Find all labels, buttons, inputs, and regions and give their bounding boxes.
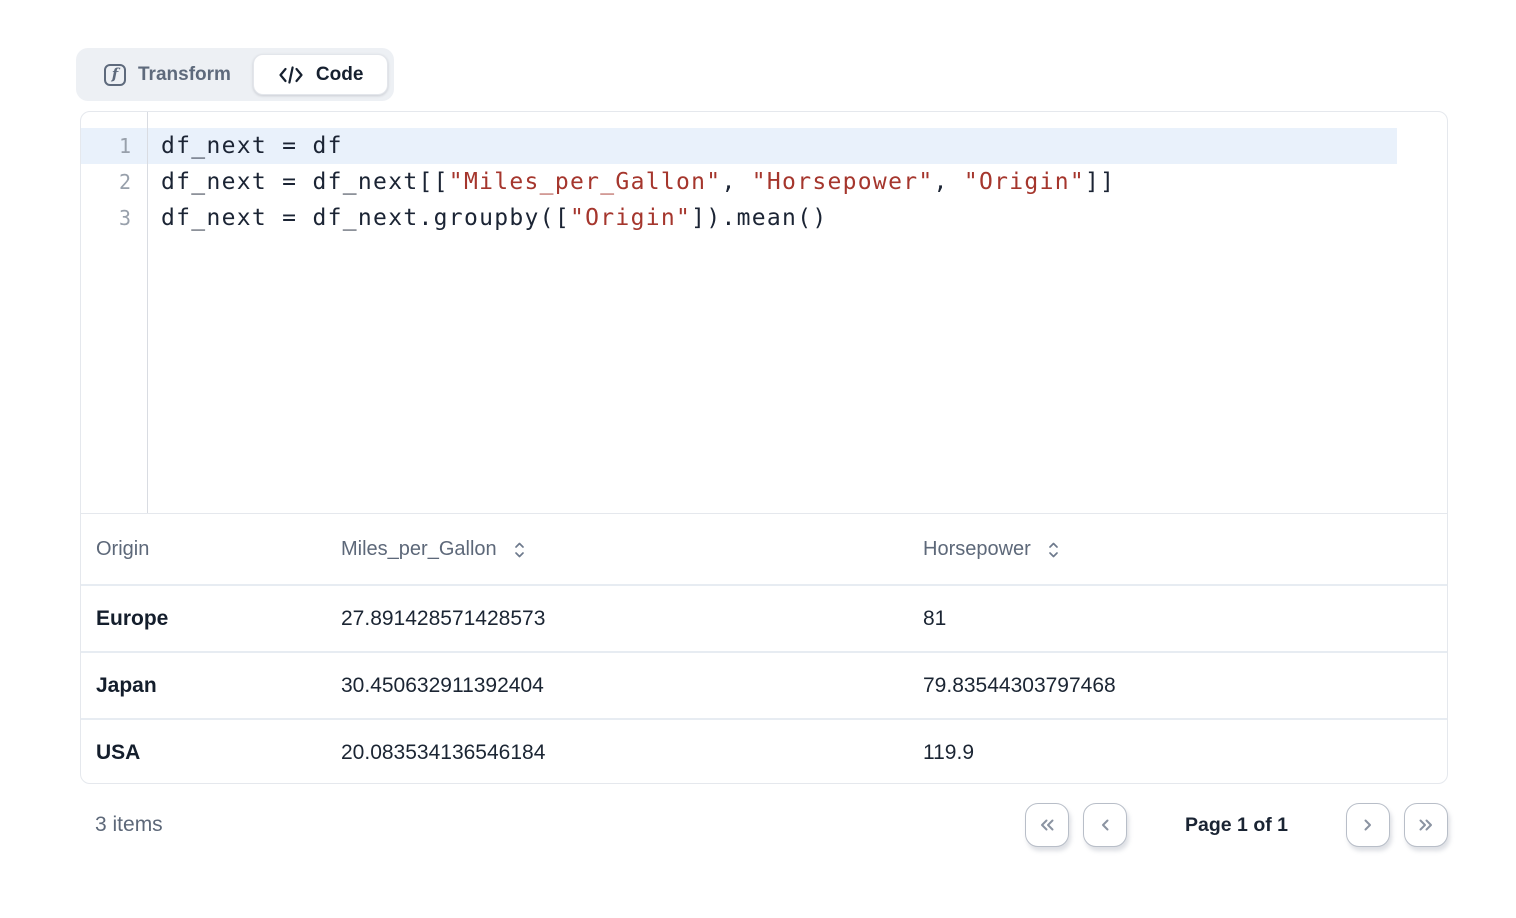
miles-per-gallon-cell: 20.083534136546184 — [326, 741, 908, 765]
result-table: OriginMiles_per_GallonHorsepower Europe2… — [81, 513, 1447, 784]
column-label: Miles_per_Gallon — [341, 538, 497, 561]
column-header-miles_per_gallon[interactable]: Miles_per_Gallon — [326, 537, 908, 561]
horsepower-cell: 81 — [908, 607, 1447, 631]
tab-transform[interactable]: f Transform — [82, 54, 253, 95]
page: f Transform Code 1df_next = df2df_next =… — [0, 0, 1516, 918]
code-text: df_next = df — [147, 133, 343, 159]
miles-per-gallon-cell: 27.891428571428573 — [326, 607, 908, 631]
chevron-left-icon — [1096, 816, 1114, 834]
column-header-horsepower[interactable]: Horsepower — [908, 537, 1447, 561]
items-count: 3 items — [80, 813, 163, 837]
origin-cell: Europe — [81, 607, 326, 631]
table-row: Japan30.45063291139240479.83544303797468 — [81, 651, 1447, 718]
double-chevron-left-icon — [1037, 816, 1057, 834]
tab-transform-label: Transform — [138, 64, 231, 86]
editor-and-table-card: 1df_next = df2df_next = df_next[["Miles_… — [80, 111, 1448, 784]
code-lines: 1df_next = df2df_next = df_next[["Miles_… — [81, 128, 1447, 236]
miles-per-gallon-cell: 30.450632911392404 — [326, 674, 908, 698]
tab-code-label: Code — [316, 64, 364, 86]
last-page-button[interactable] — [1404, 803, 1448, 847]
code-text: df_next = df_next.groupby(["Origin"]).me… — [147, 205, 828, 231]
line-number: 2 — [81, 170, 147, 194]
sort-icon[interactable] — [512, 539, 527, 561]
pager: Page 1 of 1 — [1025, 803, 1448, 847]
code-line[interactable]: 2df_next = df_next[["Miles_per_Gallon", … — [81, 164, 1447, 200]
function-icon: f — [104, 64, 126, 86]
prev-page-button[interactable] — [1083, 803, 1127, 847]
code-editor[interactable]: 1df_next = df2df_next = df_next[["Miles_… — [81, 112, 1447, 513]
first-page-button[interactable] — [1025, 803, 1069, 847]
column-header-origin: Origin — [81, 538, 326, 561]
origin-cell: Japan — [81, 674, 326, 698]
table-header: Origin Miles_per_Gallon Horsepower — [81, 514, 1447, 584]
horsepower-cell: 119.9 — [908, 741, 1447, 765]
next-page-button[interactable] — [1346, 803, 1390, 847]
tab-code[interactable]: Code — [253, 54, 389, 95]
pagination-footer: 3 items Page 1 of 1 — [80, 799, 1448, 851]
table-body: Europe27.89142857142857381Japan30.450632… — [81, 584, 1447, 784]
chevron-right-icon — [1359, 816, 1377, 834]
code-line[interactable]: 1df_next = df — [81, 128, 1397, 164]
column-label: Origin — [96, 538, 149, 561]
code-icon — [278, 65, 304, 85]
gutter-divider — [147, 112, 148, 513]
line-number: 3 — [81, 206, 147, 230]
horsepower-cell: 79.83544303797468 — [908, 674, 1447, 698]
double-chevron-right-icon — [1416, 816, 1436, 834]
code-line[interactable]: 3df_next = df_next.groupby(["Origin"]).m… — [81, 200, 1447, 236]
table-row: Europe27.89142857142857381 — [81, 584, 1447, 651]
code-text: df_next = df_next[["Miles_per_Gallon", "… — [147, 169, 1115, 195]
sort-icon[interactable] — [1046, 539, 1061, 561]
line-number: 1 — [81, 134, 147, 158]
column-label: Horsepower — [923, 538, 1031, 561]
page-indicator: Page 1 of 1 — [1185, 814, 1288, 837]
origin-cell: USA — [81, 741, 326, 765]
view-tabbar: f Transform Code — [76, 48, 394, 101]
table-row: USA20.083534136546184119.9 — [81, 718, 1447, 784]
